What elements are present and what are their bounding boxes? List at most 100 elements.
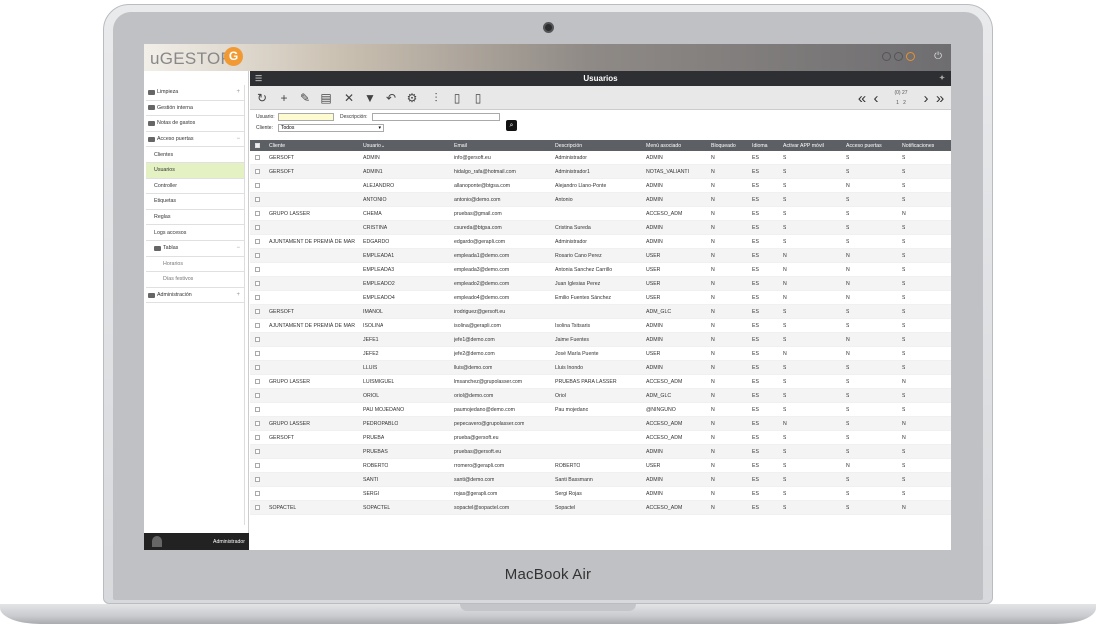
table-row[interactable]: CRISTINA csureda@btgsa.com Cristina Sureda… [250,221,951,235]
column-header[interactable]: Notificaciones [902,140,934,151]
sidebar-scrollbar[interactable] [244,85,248,525]
refresh-icon[interactable]: ↻ [253,90,271,106]
table-row[interactable]: ROBERTO rromero@gerapli.com ROBERTO USER N ES… [250,459,951,473]
sidebar-item[interactable]: Días festivos [146,272,244,288]
row-checkbox[interactable] [255,207,260,220]
cliente-select[interactable]: Todos ▾ [278,124,384,132]
column-header[interactable]: Activar APP móvil [783,140,824,151]
row-checkbox[interactable] [255,459,260,472]
clipboard-icon[interactable]: ▤ [317,90,335,106]
row-checkbox[interactable] [255,179,260,192]
filter-icon[interactable]: ▼ [361,90,379,106]
search-button[interactable]: ⌕ [506,120,517,131]
prev-page-icon[interactable]: ‹ [869,90,883,107]
table-row[interactable]: GERSOFT IMANOL irodriguez@gersoft.eu ADM_GL… [250,305,951,319]
table-row[interactable]: ALEJANDRO allanoponte@btgsa.com Alejandro … [250,179,951,193]
usuario-input[interactable] [278,113,334,121]
row-checkbox[interactable] [255,235,260,248]
first-page-icon[interactable]: « [855,90,869,107]
table-row[interactable]: PAU MOJEDANO paumojedano@demo.com Pau moje… [250,403,951,417]
sidebar-item[interactable]: Horarios [146,257,244,273]
row-checkbox[interactable] [255,473,260,486]
table-row[interactable]: JEFE2 jefe2@demo.com José María Puente USER… [250,347,951,361]
table-row[interactable]: LLUIS lluis@demo.com Lluis Inondo ADMIN N ES S… [250,361,951,375]
add-icon[interactable]: + [275,90,293,106]
column-header[interactable]: Usuario ⌄ [363,140,385,151]
attach-icon[interactable]: ⫶ [427,90,445,106]
document-icon[interactable]: ▯ [448,90,466,106]
table-row[interactable]: GERSOFT ADMIN info@gersoft.eu Administrador… [250,151,951,165]
column-header[interactable]: Acceso puertas [846,140,882,151]
menu-toggle-icon[interactable]: ☰ [255,74,262,83]
sidebar-item[interactable]: Clientes [146,147,244,163]
table-row[interactable]: SOPACTEL SOPACTEL sopactel@sopactel.com Sop… [250,501,951,515]
table-row[interactable]: GRUPO LASSER LUISMIGUEL lmsanchez@grupolas… [250,375,951,389]
sidebar-item[interactable]: Reglas [146,210,244,226]
page-link[interactable]: 1 [896,100,899,106]
excel-icon[interactable]: ▯ [469,90,487,106]
row-checkbox[interactable] [255,221,260,234]
sidebar-item[interactable]: Tablas − [146,241,244,257]
undo-icon[interactable]: ↶ [382,90,400,106]
edit-icon[interactable]: ✎ [296,90,314,106]
row-checkbox[interactable] [255,165,260,178]
row-checkbox[interactable] [255,375,260,388]
table-row[interactable]: GRUPO LASSER CHEMA pruebas@gmail.com ACCESO… [250,207,951,221]
table-row[interactable]: JEFE1 jefe1@demo.com Jaime Fuentes ADMIN N ES… [250,333,951,347]
row-checkbox[interactable] [255,445,260,458]
table-row[interactable]: GERSOFT PRUEBA prueba@gersoft.eu ACCESO_ADM… [250,431,951,445]
delete-icon[interactable]: ✕ [340,90,358,106]
table-row[interactable]: EMPLEADO2 empleado2@demo.com Juan Iglesias… [250,277,951,291]
toggle-icon[interactable]: − [236,136,240,142]
settings-icon[interactable]: ⚙ [403,90,421,106]
pin-icon[interactable]: ✦ [939,74,945,82]
toggle-icon[interactable]: − [236,245,240,251]
table-row[interactable]: AJUNTAMENT DE PREMIÀ DE MAR ISOLINA isolin… [250,319,951,333]
next-page-icon[interactable]: › [919,90,933,107]
row-checkbox[interactable] [255,389,260,402]
row-checkbox[interactable] [255,249,260,262]
app-logo[interactable]: uGESTOR [150,49,233,69]
row-checkbox[interactable] [255,151,260,164]
row-checkbox[interactable] [255,347,260,360]
sidebar-item[interactable]: Limpieza + [146,85,244,101]
row-checkbox[interactable] [255,277,260,290]
row-checkbox[interactable] [255,417,260,430]
row-checkbox[interactable] [255,333,260,346]
table-row[interactable]: EMPLEADA3 empleada3@demo.com Antonia Sanch… [250,263,951,277]
select-all-checkbox[interactable] [255,140,260,151]
table-row[interactable]: SERGI rojas@gerapli.com Sergi Rojas ADMIN N E… [250,487,951,501]
row-checkbox[interactable] [255,263,260,276]
table-row[interactable]: SANTI santi@demo.com Santi Bassmann ADMIN N E… [250,473,951,487]
table-row[interactable]: EMPLEADO4 empleado4@demo.com Emilio Fuente… [250,291,951,305]
sidebar-item[interactable]: Controller [146,179,244,195]
sidebar-item[interactable]: Usuarios [146,162,244,179]
status-icon[interactable] [882,52,891,61]
last-page-icon[interactable]: » [933,90,947,107]
row-checkbox[interactable] [255,431,260,444]
sidebar-item[interactable]: Etiquetas [146,194,244,210]
sidebar-item[interactable]: Gestión interna [146,101,244,117]
column-header[interactable]: Cliente [269,140,285,151]
sidebar-item[interactable]: Notas de gastos [146,116,244,132]
table-row[interactable]: GERSOFT ADMIN1 hidalgo_rafa@hotmail.com Adm… [250,165,951,179]
table-row[interactable]: PRUEBAS pruebas@gersoft.eu ADMIN N ES S S S [250,445,951,459]
sidebar-item[interactable]: Logs accesos [146,225,244,241]
toggle-icon[interactable]: + [236,89,240,95]
table-row[interactable]: EMPLEADA1 empleada1@demo.com Rosario Cano … [250,249,951,263]
row-checkbox[interactable] [255,501,260,514]
row-checkbox[interactable] [255,305,260,318]
current-user[interactable]: Administrador [213,539,245,545]
row-checkbox[interactable] [255,403,260,416]
column-header[interactable]: Email [454,140,467,151]
column-header[interactable]: Idioma [752,140,768,151]
page-link[interactable]: 2 [903,100,906,106]
user-status-icon[interactable] [906,52,915,61]
row-checkbox[interactable] [255,487,260,500]
row-checkbox[interactable] [255,291,260,304]
table-row[interactable]: GRUPO LASSER PEDROPABLO pepecavero@grupola… [250,417,951,431]
status-icon[interactable] [894,52,903,61]
row-checkbox[interactable] [255,361,260,374]
table-row[interactable]: AJUNTAMENT DE PREMIÀ DE MAR EDGARDO edgard… [250,235,951,249]
table-row[interactable]: ORIOL oriol@demo.com Oriol ADM_GLC N ES S S S [250,389,951,403]
